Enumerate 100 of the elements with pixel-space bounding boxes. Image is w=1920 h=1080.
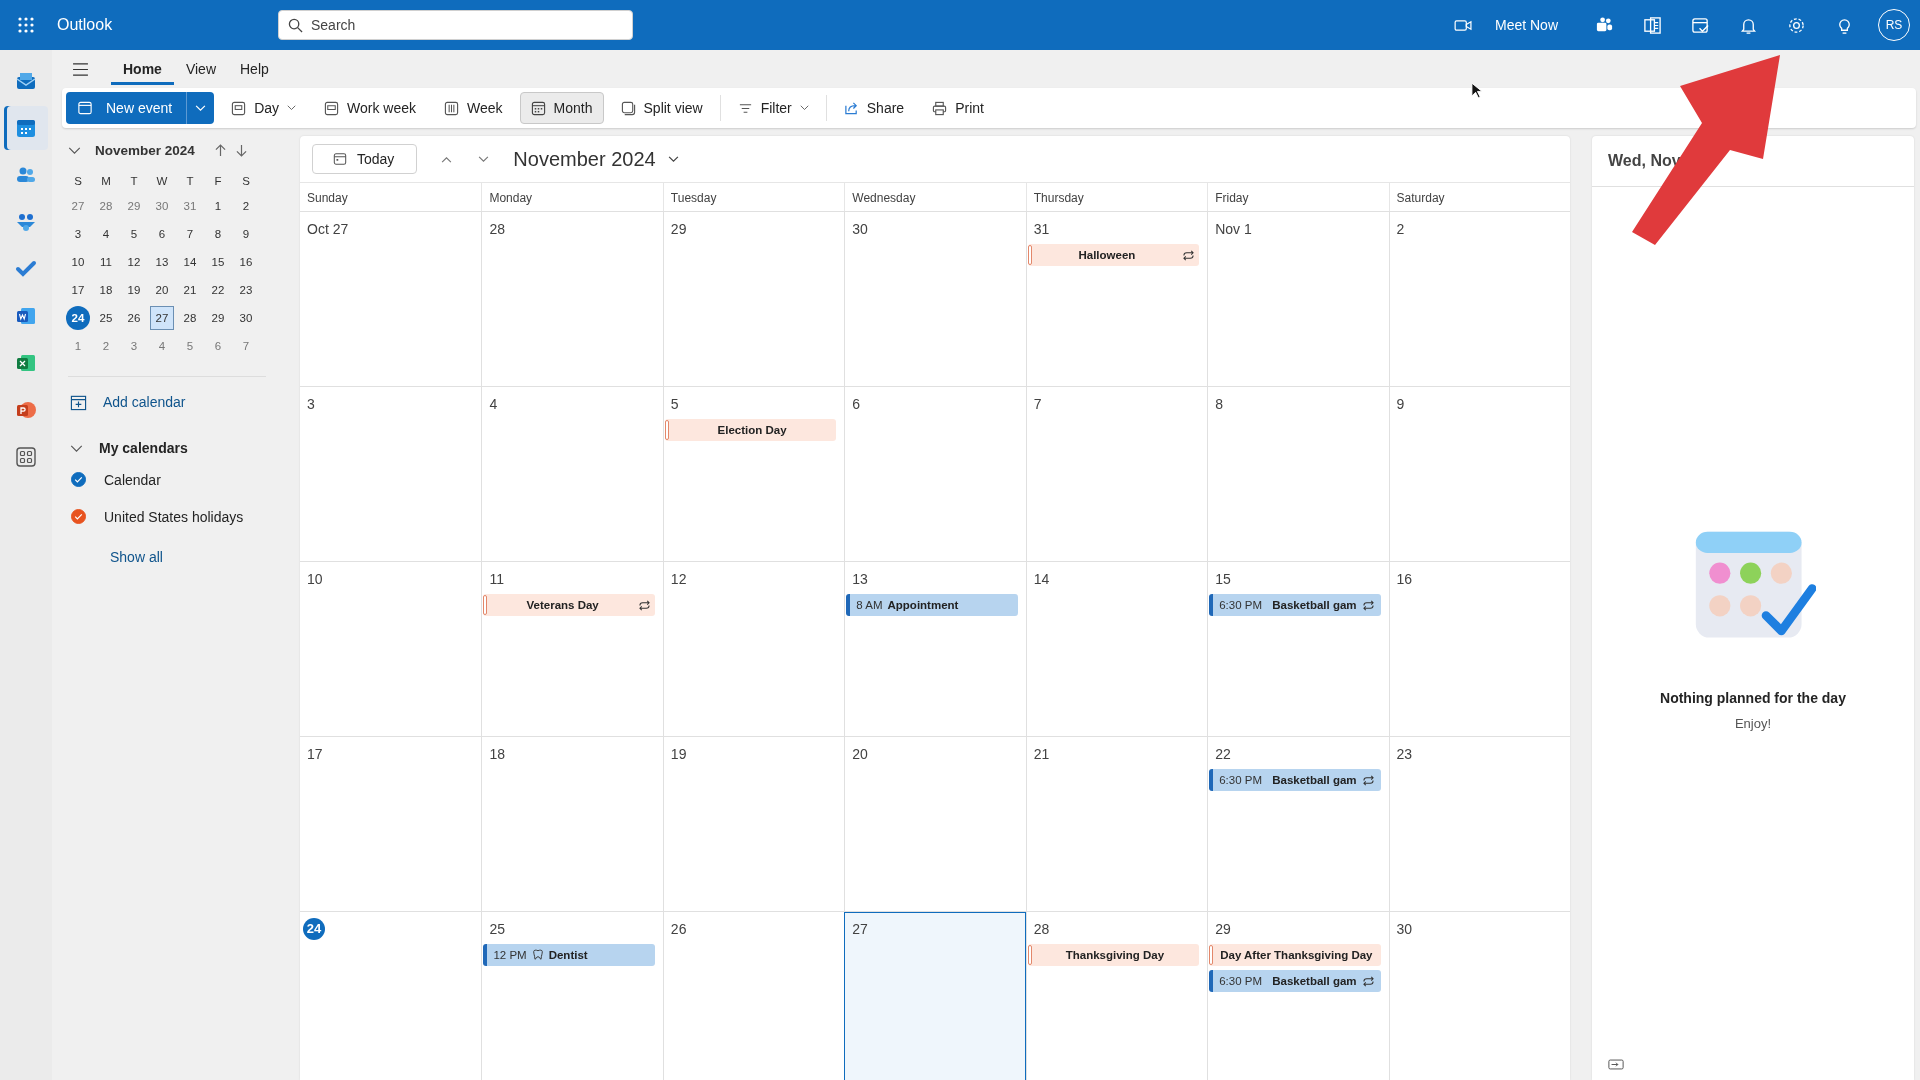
date-button[interactable]: 26 bbox=[122, 306, 146, 330]
calendar-event[interactable]: 6:30 PM Basketball gam bbox=[1209, 970, 1381, 992]
toolbar-button[interactable]: Week bbox=[433, 92, 514, 124]
day-cell[interactable]: 23 bbox=[1388, 737, 1570, 912]
date-button[interactable]: 20 bbox=[150, 278, 174, 302]
calendar-name[interactable]: United States holidays bbox=[104, 508, 244, 525]
calendar-event[interactable]: Election Day bbox=[664, 419, 837, 441]
calendar-checkbox[interactable] bbox=[71, 472, 86, 487]
date-button[interactable]: 15 bbox=[206, 250, 230, 274]
day-cell[interactable]: 30 bbox=[1388, 912, 1570, 1080]
date-button[interactable]: 27 bbox=[66, 194, 90, 218]
day-cell[interactable]: 18 bbox=[481, 737, 663, 912]
date-button[interactable]: 17 bbox=[66, 278, 90, 302]
date-button[interactable]: 4 bbox=[94, 222, 118, 246]
date-button[interactable]: 14 bbox=[178, 250, 202, 274]
date-button[interactable]: 31 bbox=[178, 194, 202, 218]
day-cell[interactable]: 12 bbox=[662, 562, 845, 737]
meet-now-button[interactable]: Meet Now bbox=[1453, 17, 1558, 33]
calendar-checkbox[interactable] bbox=[71, 509, 86, 524]
date-button[interactable]: 13 bbox=[150, 250, 174, 274]
calendar-event[interactable]: Day After Thanksgiving Day bbox=[1209, 944, 1381, 966]
toolbar-button[interactable]: Split view bbox=[609, 92, 714, 124]
date-button[interactable]: 10 bbox=[66, 250, 90, 274]
calendar-event[interactable]: 12 PM Dentist bbox=[483, 944, 655, 966]
day-cell[interactable]: 27 bbox=[844, 912, 1026, 1080]
date-button[interactable]: 28 bbox=[178, 306, 202, 330]
date-button[interactable]: 6 bbox=[150, 222, 174, 246]
date-button[interactable]: 30 bbox=[150, 194, 174, 218]
calendar-event[interactable]: Veterans Day bbox=[483, 594, 655, 616]
day-cell[interactable]: 3 bbox=[300, 387, 482, 562]
date-button[interactable]: 25 bbox=[94, 306, 118, 330]
day-cell[interactable]: 30 bbox=[844, 212, 1026, 387]
calendar-check-icon[interactable] bbox=[1691, 15, 1710, 35]
day-cell[interactable]: 28 Thanksgiving Day bbox=[1025, 912, 1208, 1080]
date-button[interactable]: 1 bbox=[66, 334, 90, 358]
ribbon-tab[interactable]: Help bbox=[228, 53, 281, 85]
chevron-down-icon[interactable] bbox=[70, 444, 83, 452]
add-calendar-link[interactable]: Add calendar bbox=[103, 394, 186, 410]
settings-icon[interactable] bbox=[1787, 15, 1806, 35]
day-cell[interactable]: 29 Day After Thanksgiving Day 6:30 PM Basketball gam bbox=[1207, 912, 1389, 1080]
day-cell[interactable]: 9 bbox=[1388, 387, 1570, 562]
ribbon-tab[interactable]: View bbox=[173, 53, 228, 85]
day-cell[interactable]: 14 bbox=[1025, 562, 1208, 737]
toolbar-button[interactable]: Share bbox=[832, 92, 916, 124]
day-cell[interactable]: 19 bbox=[662, 737, 845, 912]
day-cell[interactable]: 11 Veterans Day bbox=[481, 562, 663, 737]
calendar-event[interactable]: 6:30 PM Basketball gam bbox=[1209, 769, 1381, 791]
chevron-down-icon[interactable] bbox=[68, 146, 81, 154]
day-cell[interactable]: 31 Halloween bbox=[1025, 212, 1208, 387]
day-cell[interactable]: 6 bbox=[844, 387, 1026, 562]
calendar-name[interactable]: Calendar bbox=[104, 471, 161, 488]
day-cell[interactable]: 17 bbox=[300, 737, 482, 912]
date-button[interactable]: 18 bbox=[94, 278, 118, 302]
date-button[interactable]: 4 bbox=[150, 334, 174, 358]
new-event-dropdown[interactable] bbox=[186, 92, 215, 124]
calendar-event[interactable]: Halloween bbox=[1027, 244, 1200, 266]
date-button[interactable]: 6 bbox=[206, 334, 230, 358]
day-cell[interactable]: 29 bbox=[662, 212, 845, 387]
day-cell[interactable]: 22 6:30 PM Basketball gam bbox=[1207, 737, 1389, 912]
date-button[interactable]: 11 bbox=[94, 250, 118, 274]
date-button[interactable]: 28 bbox=[94, 194, 118, 218]
day-cell[interactable]: 24 bbox=[300, 912, 482, 1080]
show-all-link[interactable]: Show all bbox=[110, 549, 163, 565]
date-button[interactable]: 24 bbox=[66, 306, 90, 330]
toolbar-button[interactable]: Filter bbox=[726, 92, 820, 124]
date-button[interactable]: 16 bbox=[234, 250, 258, 274]
today-button[interactable]: Today bbox=[312, 144, 418, 174]
date-button[interactable]: 5 bbox=[178, 334, 202, 358]
calendar-event[interactable]: 8 AM Appointment bbox=[846, 594, 1018, 616]
date-button[interactable]: 22 bbox=[206, 278, 230, 302]
date-button[interactable]: 7 bbox=[234, 334, 258, 358]
app-launcher-icon[interactable] bbox=[17, 16, 35, 34]
toolbar-button[interactable]: Work week bbox=[313, 92, 428, 124]
day-cell[interactable]: Nov 1 bbox=[1207, 212, 1389, 387]
day-cell[interactable]: 10 bbox=[300, 562, 482, 737]
app-name[interactable]: Outlook bbox=[57, 16, 278, 34]
menu-icon[interactable] bbox=[72, 62, 89, 76]
chevron-up-icon[interactable] bbox=[441, 155, 453, 163]
chevron-down-icon[interactable] bbox=[478, 155, 490, 163]
day-cell[interactable]: 8 bbox=[1207, 387, 1389, 562]
day-cell[interactable]: 7 bbox=[1025, 387, 1208, 562]
date-button[interactable]: 5 bbox=[122, 222, 146, 246]
ribbon-tab[interactable]: Home bbox=[111, 53, 174, 85]
date-button[interactable]: 19 bbox=[122, 278, 146, 302]
search-field[interactable]: Search bbox=[278, 10, 633, 40]
date-button[interactable]: 29 bbox=[122, 194, 146, 218]
notebook-icon[interactable] bbox=[1643, 15, 1662, 35]
calendar-event[interactable]: Thanksgiving Day bbox=[1027, 944, 1200, 966]
date-button[interactable]: 1 bbox=[206, 194, 230, 218]
arrow-down-icon[interactable] bbox=[235, 143, 247, 157]
arrow-up-icon[interactable] bbox=[214, 143, 226, 157]
day-cell[interactable]: 28 bbox=[481, 212, 663, 387]
date-button[interactable]: 29 bbox=[206, 306, 230, 330]
day-cell[interactable]: 2 bbox=[1388, 212, 1570, 387]
date-button[interactable]: 30 bbox=[234, 306, 258, 330]
toolbar-button[interactable]: Day bbox=[220, 92, 308, 124]
month-picker[interactable]: November 2024 bbox=[513, 147, 679, 171]
date-button[interactable]: 9 bbox=[234, 222, 258, 246]
date-button[interactable]: 21 bbox=[178, 278, 202, 302]
day-cell[interactable]: 21 bbox=[1025, 737, 1208, 912]
